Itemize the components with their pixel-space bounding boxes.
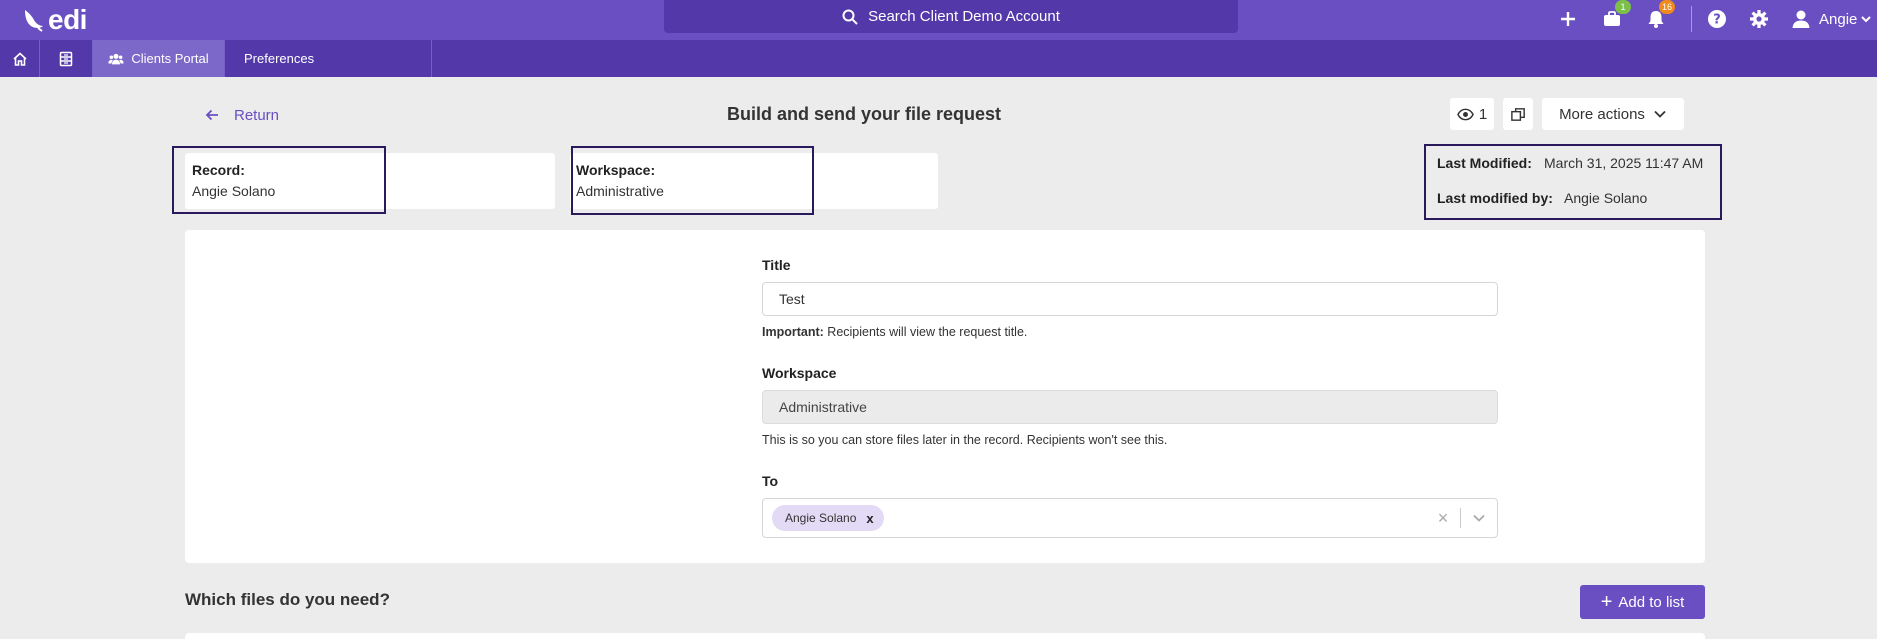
to-label: To	[762, 473, 779, 489]
svg-text:?: ?	[1713, 13, 1721, 28]
notifications-button[interactable]: 16	[1641, 0, 1675, 34]
more-actions-button[interactable]: More actions	[1542, 98, 1684, 130]
users-icon	[108, 53, 124, 64]
last-modified-value: March 31, 2025 11:47 AM	[1544, 155, 1704, 171]
title-input-value: Test	[779, 291, 805, 307]
recipients-dropdown-toggle[interactable]	[1461, 511, 1497, 525]
home-icon	[12, 51, 27, 66]
chevron-down-icon	[1861, 16, 1872, 23]
tasks-badge: 1	[1615, 0, 1631, 14]
title-help-strong: Important:	[762, 325, 824, 339]
last-modified-by-label: Last modified by:	[1437, 190, 1553, 206]
top-bar: edi Search Client Demo Account 1 16 ? An…	[0, 0, 1877, 40]
nav-clients-portal[interactable]: Clients Portal	[93, 40, 225, 77]
chevron-down-icon	[1473, 514, 1485, 522]
title-label: Title	[762, 257, 791, 273]
recipient-chip: Angie Solano x	[772, 505, 884, 531]
tasks-button[interactable]: 1	[1597, 0, 1631, 34]
chevron-down-icon	[1654, 110, 1666, 118]
recipients-select[interactable]: Angie Solano x ×	[762, 498, 1498, 538]
records-icon	[59, 51, 73, 66]
return-label: Return	[234, 106, 280, 124]
workspace-label: Workspace:	[576, 162, 656, 178]
plus-icon	[1561, 12, 1575, 26]
views-button[interactable]: 1	[1450, 98, 1494, 130]
nav-preferences[interactable]: Preferences	[225, 40, 432, 77]
notifications-badge: 16	[1658, 0, 1675, 14]
help-icon: ?	[1708, 10, 1726, 28]
title-input[interactable]: Test	[762, 282, 1498, 316]
duplicate-button[interactable]	[1503, 98, 1533, 130]
secondary-nav: Clients Portal Preferences	[0, 40, 1877, 77]
nav-clients-portal-label: Clients Portal	[131, 51, 209, 66]
leaf-icon	[25, 10, 43, 32]
last-modified-label: Last Modified:	[1437, 155, 1532, 171]
app-logo[interactable]: edi	[22, 4, 87, 36]
nav-records[interactable]	[40, 40, 93, 77]
plus-icon: +	[1600, 591, 1613, 613]
record-highlight	[172, 146, 386, 214]
record-label: Record:	[192, 162, 245, 178]
record-value: Angie Solano	[192, 183, 276, 199]
create-button[interactable]	[1553, 4, 1583, 34]
workspace-highlight	[571, 146, 814, 215]
arrow-left-icon	[205, 109, 218, 121]
user-menu[interactable]: Angie	[1791, 4, 1872, 34]
remove-recipient-button[interactable]: x	[866, 511, 873, 526]
workspace-input: Administrative	[762, 390, 1498, 424]
title-help-text: Recipients will view the request title.	[827, 325, 1028, 339]
more-actions-label: More actions	[1559, 105, 1645, 123]
workspace-help: This is so you can store files later in …	[762, 433, 1168, 447]
select-controls: ×	[1426, 499, 1497, 537]
eye-icon	[1456, 108, 1474, 120]
files-section-title: Which files do you need?	[185, 590, 390, 609]
settings-button[interactable]	[1744, 4, 1774, 34]
clear-recipients-button[interactable]: ×	[1426, 508, 1460, 529]
workspace-field-label: Workspace	[762, 365, 837, 381]
copy-icon	[1510, 107, 1525, 121]
search-icon	[842, 9, 858, 25]
gear-icon	[1750, 10, 1768, 28]
topbar-divider	[1691, 6, 1692, 32]
recipient-chip-label: Angie Solano	[785, 511, 857, 525]
logo-text: edi	[48, 4, 87, 35]
views-count: 1	[1478, 105, 1488, 123]
files-card	[185, 633, 1705, 639]
request-form: Title Test Important: Recipients will vi…	[185, 230, 1705, 563]
add-to-list-label: Add to list	[1618, 593, 1685, 611]
global-search[interactable]: Search Client Demo Account	[664, 0, 1238, 33]
nav-preferences-label: Preferences	[244, 51, 315, 66]
nav-home[interactable]	[0, 40, 40, 77]
title-help: Important: Recipients will view the requ…	[762, 325, 1027, 339]
user-name: Angie	[1819, 10, 1858, 28]
return-link[interactable]: Return	[204, 104, 279, 126]
add-to-list-button[interactable]: + Add to list	[1580, 585, 1705, 619]
search-placeholder: Search Client Demo Account	[868, 8, 1060, 25]
page-title: Build and send your file request	[726, 104, 1002, 124]
user-icon	[1792, 10, 1810, 28]
help-button[interactable]: ?	[1702, 4, 1732, 34]
workspace-value: Administrative	[576, 183, 664, 199]
workspace-input-value: Administrative	[779, 399, 867, 415]
last-modified-by-value: Angie Solano	[1564, 190, 1648, 206]
